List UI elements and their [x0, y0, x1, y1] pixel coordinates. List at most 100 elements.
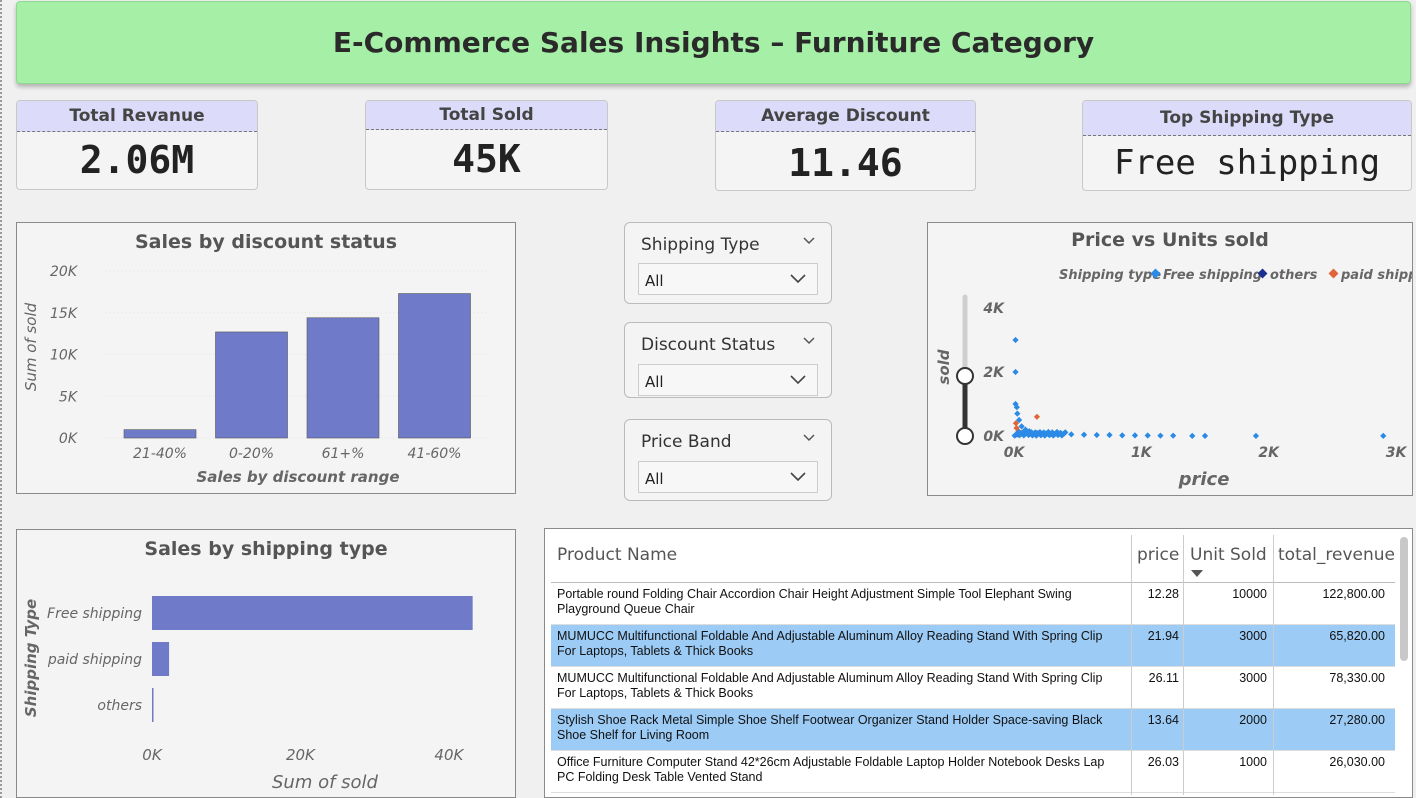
shipping-hbar-chart: Shipping Type Sum of sold Free shipping p… [22, 596, 473, 793]
scatter-point [1131, 432, 1139, 439]
discount-status-chart-panel[interactable]: Sales by discount status Sum of sold Sal… [16, 222, 516, 494]
y-axis-label: Shipping Type [22, 599, 40, 717]
slicer-dropdown[interactable]: All [638, 461, 818, 493]
page-title: E-Commerce Sales Insights – Furniture Ca… [332, 26, 1095, 59]
kpi-value: 2.06M [79, 138, 195, 182]
table-cell-sold: 2000 [1239, 713, 1267, 727]
y-tick-label: 2K [983, 365, 1005, 381]
y-axis-label: Sum of sold [22, 302, 40, 391]
sort-descending-icon [1191, 570, 1203, 577]
slicer-shipping-type[interactable]: Shipping Type All [624, 222, 832, 304]
scatter-point [1106, 431, 1113, 439]
y-range-slider[interactable] [956, 294, 974, 445]
dashboard-header: E-Commerce Sales Insights – Furniture Ca… [16, 1, 1411, 84]
scatter-point [1119, 432, 1126, 439]
scatter-point [1189, 432, 1196, 439]
table-row[interactable]: Stylish Shoe Rack Metal Simple Shoe Shel… [551, 709, 1395, 751]
x-tick-label: 3K [1386, 445, 1408, 461]
legend-item: paid shipping [1340, 268, 1412, 283]
table-row[interactable]: Office Furniture Computer Stand 42*26cm … [551, 751, 1395, 793]
kpi-top-shipping-type[interactable]: Top Shipping Type Free shipping [1082, 100, 1412, 191]
legend-marker [1328, 268, 1339, 279]
x-tick-label: 1K [1131, 445, 1153, 461]
x-tick-label: 21-40% [133, 446, 187, 462]
y-tick-label: Free shipping [47, 606, 142, 622]
chevron-down-icon [790, 274, 806, 284]
kpi-total-revenue[interactable]: Total Revanue 2.06M [16, 100, 258, 190]
col-header-total-revenue[interactable]: total_revenue [1278, 535, 1395, 583]
table-cell-name: MUMUCC Multifunctional Foldable And Adju… [557, 629, 1103, 658]
table-cell-name: Office Furniture Computer Stand 42*26cm … [557, 755, 1105, 784]
chevron-down-icon[interactable] [801, 235, 817, 247]
table-header: Product Name price Unit Sold total_reven… [551, 535, 1395, 583]
table-row[interactable]: Portable round Folding Chair Accordion C… [551, 583, 1395, 625]
price-units-scatter-chart: Shipping type Free shipping others paid shi… [935, 268, 1412, 490]
kpi-label: Top Shipping Type [1083, 101, 1411, 136]
slicer-dropdown[interactable]: All [638, 263, 818, 295]
col-header-unit-sold[interactable]: Unit Sold [1190, 535, 1280, 583]
scatter-point [1170, 432, 1177, 439]
x-axis-label: Sales by discount range [197, 468, 400, 486]
bar [152, 642, 170, 676]
scatter-point [1144, 432, 1151, 439]
kpi-average-discount[interactable]: Average Discount 11.46 [715, 100, 976, 191]
column-divider [1183, 535, 1184, 795]
scatter-point [1080, 431, 1088, 438]
table-cell-name: Stylish Shoe Rack Metal Simple Shoe Shel… [557, 713, 1103, 742]
scatter-point [1033, 413, 1041, 420]
bar [152, 596, 473, 630]
table-cell-sold: 10000 [1232, 587, 1267, 601]
y-tick-label: 5K [59, 389, 79, 405]
kpi-label: Total Sold [366, 101, 607, 130]
kpi-value: 45K [452, 137, 521, 181]
bar [215, 331, 288, 439]
table-row[interactable]: MUMUCC Multifunctional Foldable And Adju… [551, 667, 1395, 709]
table-cell-price: 13.64 [1147, 713, 1179, 727]
col-header-price[interactable]: price [1137, 535, 1187, 583]
scatter-point [1093, 431, 1100, 439]
table-cell-sold: 3000 [1239, 629, 1267, 643]
kpi-label: Total Revanue [17, 101, 257, 132]
table-cell-revenue: 26,030.00 [1329, 755, 1385, 769]
bar [152, 688, 154, 722]
kpi-value: 11.46 [788, 141, 903, 185]
slicer-title: Price Band [641, 432, 732, 452]
table-scrollbar[interactable] [1400, 537, 1408, 661]
y-axis-label: sold [935, 349, 953, 384]
table-cell-revenue: 122,800.00 [1322, 587, 1385, 601]
chevron-down-icon[interactable] [801, 335, 817, 347]
slider-handle-top [956, 367, 974, 385]
chevron-down-icon[interactable] [801, 432, 817, 444]
table-row[interactable]: MUMUCC Multifunctional Foldable And Adju… [551, 625, 1395, 667]
y-tick-label: others [97, 698, 142, 714]
slider-handle-bottom [956, 427, 974, 445]
table-cell-revenue: 78,330.00 [1329, 671, 1385, 685]
col-header-product-name[interactable]: Product Name [557, 535, 1127, 583]
scatter-point [1012, 336, 1019, 344]
y-tick-label: 0K [59, 431, 79, 447]
slicer-title: Shipping Type [641, 235, 760, 255]
scatter-point [1201, 432, 1209, 439]
slicer-dropdown[interactable]: All [638, 364, 818, 396]
column-divider [1131, 535, 1132, 795]
slicer-title: Discount Status [641, 335, 776, 355]
slicer-selected-value: All [645, 272, 664, 290]
column-divider [1273, 535, 1274, 795]
slicer-price-band[interactable]: Price Band All [624, 419, 832, 501]
product-table-panel[interactable]: Product Name price Unit Sold total_reven… [544, 528, 1413, 798]
y-tick-label: 4K [982, 301, 1005, 317]
kpi-total-sold[interactable]: Total Sold 45K [365, 100, 608, 190]
slicer-discount-status[interactable]: Discount Status All [624, 322, 832, 398]
x-tick-label: 0K [1004, 445, 1026, 461]
scatter-point [1380, 432, 1387, 439]
shipping-type-chart-panel[interactable]: Sales by shipping type Shipping Type Sum… [16, 529, 516, 798]
slicer-selected-value: All [645, 470, 664, 488]
kpi-label: Average Discount [716, 101, 975, 132]
slicer-selected-value: All [645, 373, 664, 391]
table-cell-revenue: 65,820.00 [1329, 629, 1385, 643]
table-cell-price: 26.11 [1148, 671, 1179, 685]
price-vs-units-chart-panel[interactable]: Price vs Units sold Shipping type Free sh… [927, 222, 1413, 496]
scatter-point [1068, 431, 1075, 438]
y-tick-label: 10K [50, 348, 79, 364]
scatter-point [1012, 368, 1019, 376]
